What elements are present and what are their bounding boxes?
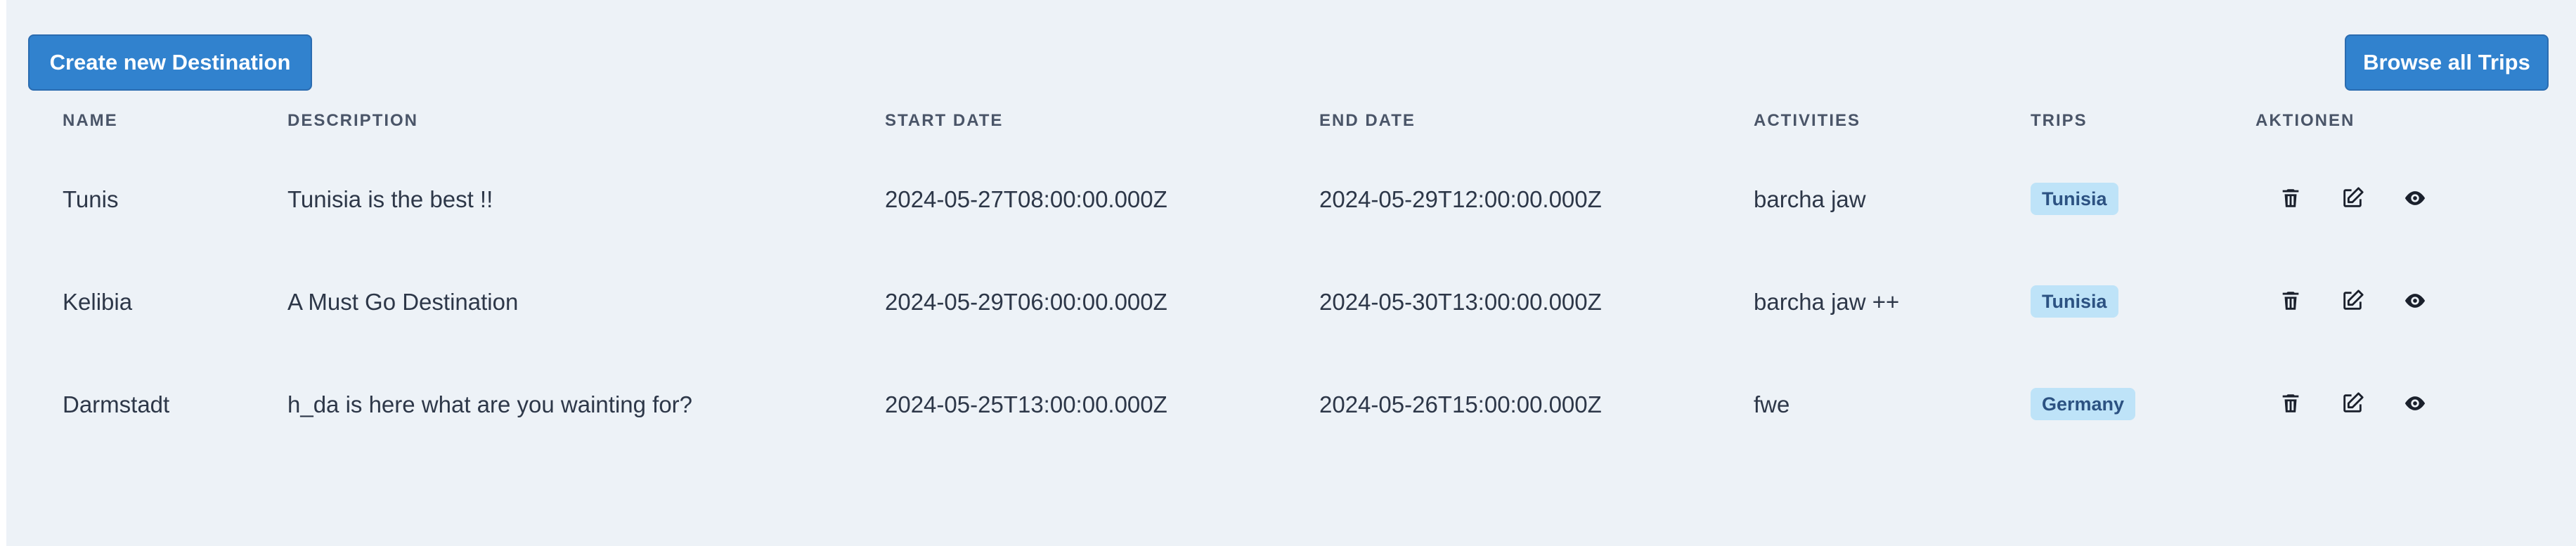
- destination-end-date: 2024-05-29T12:00:00.000Z: [1319, 186, 1602, 212]
- trip-badge: Tunisia: [2031, 183, 2118, 215]
- destination-name: Kelibia: [63, 289, 133, 315]
- edit-icon[interactable]: [2338, 389, 2367, 417]
- destination-activities: fwe: [1754, 391, 1790, 417]
- trip-badge: Germany: [2031, 388, 2136, 420]
- destination-start-date: 2024-05-25T13:00:00.000Z: [885, 391, 1167, 417]
- eye-icon[interactable]: [2401, 389, 2429, 417]
- browse-trips-button[interactable]: Browse all Trips: [2345, 34, 2549, 91]
- edit-icon[interactable]: [2338, 184, 2367, 212]
- column-header-name: NAME: [63, 111, 118, 130]
- create-destination-button[interactable]: Create new Destination: [28, 34, 312, 91]
- destination-description: h_da is here what are you wainting for?: [287, 391, 693, 417]
- eye-icon[interactable]: [2401, 184, 2429, 212]
- destination-name: Darmstadt: [63, 391, 170, 417]
- destination-description: Tunisia is the best !!: [287, 186, 493, 212]
- column-header-end-date: END DATE: [1319, 111, 1416, 130]
- destination-end-date: 2024-05-30T13:00:00.000Z: [1319, 289, 1602, 315]
- column-header-activities: ACTIVITIES: [1754, 111, 1861, 130]
- trash-icon[interactable]: [2277, 389, 2305, 417]
- edit-icon[interactable]: [2338, 287, 2367, 315]
- eye-icon[interactable]: [2401, 287, 2429, 315]
- column-header-description: DESCRIPTION: [287, 111, 419, 130]
- destination-end-date: 2024-05-26T15:00:00.000Z: [1319, 391, 1602, 417]
- column-header-trips: TRIPS: [2031, 111, 2088, 130]
- column-header-actions: AKTIONEN: [2255, 111, 2355, 130]
- destination-activities: barcha jaw: [1754, 186, 1866, 212]
- trash-icon[interactable]: [2277, 287, 2305, 315]
- destination-activities: barcha jaw ++: [1754, 289, 1900, 315]
- destination-start-date: 2024-05-27T08:00:00.000Z: [885, 186, 1167, 212]
- trash-icon[interactable]: [2277, 184, 2305, 212]
- column-header-start-date: START DATE: [885, 111, 1004, 130]
- destination-name: Tunis: [63, 186, 119, 212]
- destinations-page: Create new Destination Browse all Trips …: [6, 0, 2576, 546]
- destination-start-date: 2024-05-29T06:00:00.000Z: [885, 289, 1167, 315]
- destination-description: A Must Go Destination: [287, 289, 519, 315]
- trip-badge: Tunisia: [2031, 285, 2118, 318]
